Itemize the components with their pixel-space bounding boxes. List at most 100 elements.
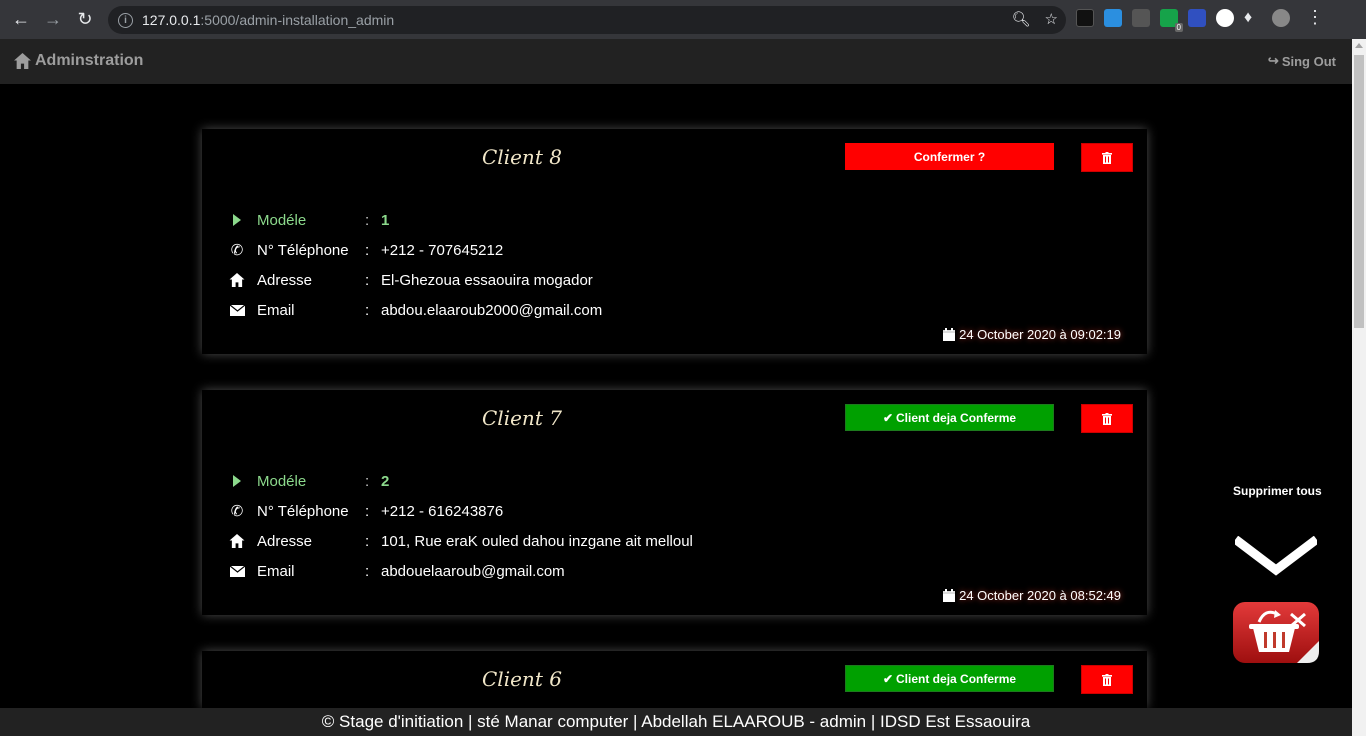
- confirmed-button[interactable]: ✔ Client deja Conferme: [845, 665, 1054, 692]
- play-icon: [228, 475, 246, 487]
- calendar-icon: [943, 328, 956, 341]
- confirmed-label: Client deja Conferme: [896, 671, 1017, 686]
- extension-circle-icon[interactable]: [1216, 8, 1234, 27]
- model-value: 2: [381, 472, 390, 490]
- colon: :: [365, 532, 370, 550]
- extension-translate-icon[interactable]: [1104, 8, 1122, 27]
- phone-row: ✆ N° Téléphone : +212 - 707645212: [228, 235, 602, 265]
- confirmed-label: Client deja Conferme: [896, 410, 1017, 425]
- extension-cube-icon[interactable]: [1076, 8, 1094, 27]
- chevron-down-icon[interactable]: [1235, 536, 1317, 578]
- page-scrollbar[interactable]: [1352, 39, 1366, 736]
- extension-badge: 0: [1174, 22, 1183, 32]
- colon: :: [365, 301, 370, 319]
- client-card: Client 8 Confermer ? Modéle : 1 ✆ N° Tél…: [202, 129, 1147, 354]
- phone-icon: ✆: [230, 242, 244, 259]
- brand-link[interactable]: Adminstration: [14, 52, 143, 70]
- trash-icon: [1102, 151, 1112, 164]
- delete-client-button[interactable]: [1081, 404, 1133, 433]
- brand-label: Adminstration: [35, 52, 144, 69]
- check-icon: ✔: [882, 671, 894, 686]
- email-row: Email : abdouelaaroub@gmail.com: [228, 556, 693, 586]
- delete-client-button[interactable]: [1081, 665, 1133, 694]
- date-value: 24 October 2020 à 09:02:19: [959, 327, 1121, 342]
- home-icon: [228, 534, 246, 548]
- client-title: Client 6: [482, 667, 562, 691]
- model-row: Modéle : 2: [228, 466, 693, 496]
- address-label: Adresse: [257, 532, 313, 550]
- scroll-thumb[interactable]: [1354, 55, 1364, 328]
- email-row: Email : abdou.elaaroub2000@gmail.com: [228, 295, 602, 325]
- client-card: Client 6 ✔ Client deja Conferme: [202, 651, 1147, 708]
- extension-grid-icon[interactable]: [1132, 8, 1150, 27]
- phone-icon: ✆: [230, 503, 244, 520]
- delete-all-label: Supprimer tous: [1233, 484, 1322, 498]
- info-icon[interactable]: i: [118, 12, 133, 28]
- home-icon: [228, 273, 246, 287]
- logout-icon: ↪: [1267, 53, 1279, 68]
- profile-avatar[interactable]: [1272, 8, 1290, 27]
- address-row: Adresse : El-Ghezoua essaouira mogador: [228, 265, 602, 295]
- footer: © Stage d'initiation | sté Manar compute…: [0, 708, 1352, 736]
- colon: :: [365, 271, 370, 289]
- scroll-up-icon[interactable]: [1355, 43, 1363, 48]
- trash-icon: [1102, 412, 1112, 425]
- confirm-label: Confermer ?: [913, 149, 986, 164]
- phone-label: N° Téléphone: [257, 241, 349, 259]
- colon: :: [365, 472, 370, 490]
- client-date: 24 October 2020 à 08:52:49: [943, 588, 1121, 603]
- colon: :: [365, 562, 370, 580]
- phone-value: +212 - 616243876: [381, 502, 504, 520]
- address-value: 101, Rue eraK ouled dahou inzgane ait me…: [381, 532, 693, 550]
- delete-all-basket-icon[interactable]: [1231, 600, 1321, 665]
- email-label: Email: [257, 562, 295, 580]
- address-row: Adresse : 101, Rue eraK ouled dahou inzg…: [228, 526, 693, 556]
- forward-icon[interactable]: →: [37, 4, 69, 36]
- check-icon: ✔: [882, 410, 894, 425]
- colon: :: [365, 241, 370, 259]
- client-date: 24 October 2020 à 09:02:19: [943, 327, 1121, 342]
- address-bar[interactable]: i 127.0.0.1 :5000/admin-installation_adm…: [108, 6, 1066, 34]
- email-label: Email: [257, 301, 295, 319]
- delete-client-button[interactable]: [1081, 143, 1133, 172]
- app-navbar: Adminstration ↪ Sing Out: [0, 39, 1352, 84]
- back-icon[interactable]: ←: [5, 4, 37, 36]
- model-row: Modéle : 1: [228, 205, 602, 235]
- envelope-icon: [228, 565, 246, 577]
- email-value: abdouelaaroub@gmail.com: [381, 562, 565, 580]
- confirm-button[interactable]: Confermer ?: [845, 143, 1054, 170]
- phone-row: ✆ N° Téléphone : +212 - 616243876: [228, 496, 693, 526]
- browser-menu-icon[interactable]: ⋮: [1306, 7, 1324, 28]
- email-value: abdou.elaaroub2000@gmail.com: [381, 301, 603, 319]
- client-card: Client 7 ✔ Client deja Conferme Modéle :…: [202, 390, 1147, 615]
- date-value: 24 October 2020 à 08:52:49: [959, 588, 1121, 603]
- url-host: 127.0.0.1: [142, 12, 201, 28]
- extensions-puzzle-icon[interactable]: ♦: [1244, 9, 1262, 27]
- footer-text: © Stage d'initiation | sté Manar compute…: [321, 712, 1031, 731]
- colon: :: [365, 502, 370, 520]
- url-path: :5000/admin-installation_admin: [200, 12, 395, 28]
- bookmark-star-icon[interactable]: ☆: [1045, 10, 1058, 28]
- model-value: 1: [381, 211, 390, 229]
- envelope-icon: [228, 304, 246, 316]
- zoom-icon[interactable]: 🔍︎: [1012, 10, 1031, 28]
- calendar-icon: [943, 589, 956, 602]
- extension-blue-icon[interactable]: [1188, 8, 1206, 27]
- browser-toolbar: ← → ↻ i 127.0.0.1 :5000/admin-installati…: [0, 0, 1366, 39]
- play-icon: [228, 214, 246, 226]
- confirmed-button[interactable]: ✔ Client deja Conferme: [845, 404, 1054, 431]
- signout-label: Sing Out: [1281, 53, 1336, 69]
- phone-label: N° Téléphone: [257, 502, 349, 520]
- client-title: Client 7: [482, 406, 562, 430]
- trash-icon: [1102, 673, 1112, 686]
- address-label: Adresse: [257, 271, 313, 289]
- signout-link[interactable]: ↪ Sing Out: [1268, 53, 1336, 69]
- home-icon: [14, 53, 31, 69]
- model-label: Modéle: [257, 472, 307, 490]
- reload-icon[interactable]: ↻: [69, 4, 101, 36]
- colon: :: [365, 211, 370, 229]
- extension-shield-icon[interactable]: 0: [1160, 8, 1183, 32]
- phone-value: +212 - 707645212: [381, 241, 504, 259]
- address-value: El-Ghezoua essaouira mogador: [381, 271, 593, 289]
- client-title: Client 8: [482, 145, 562, 169]
